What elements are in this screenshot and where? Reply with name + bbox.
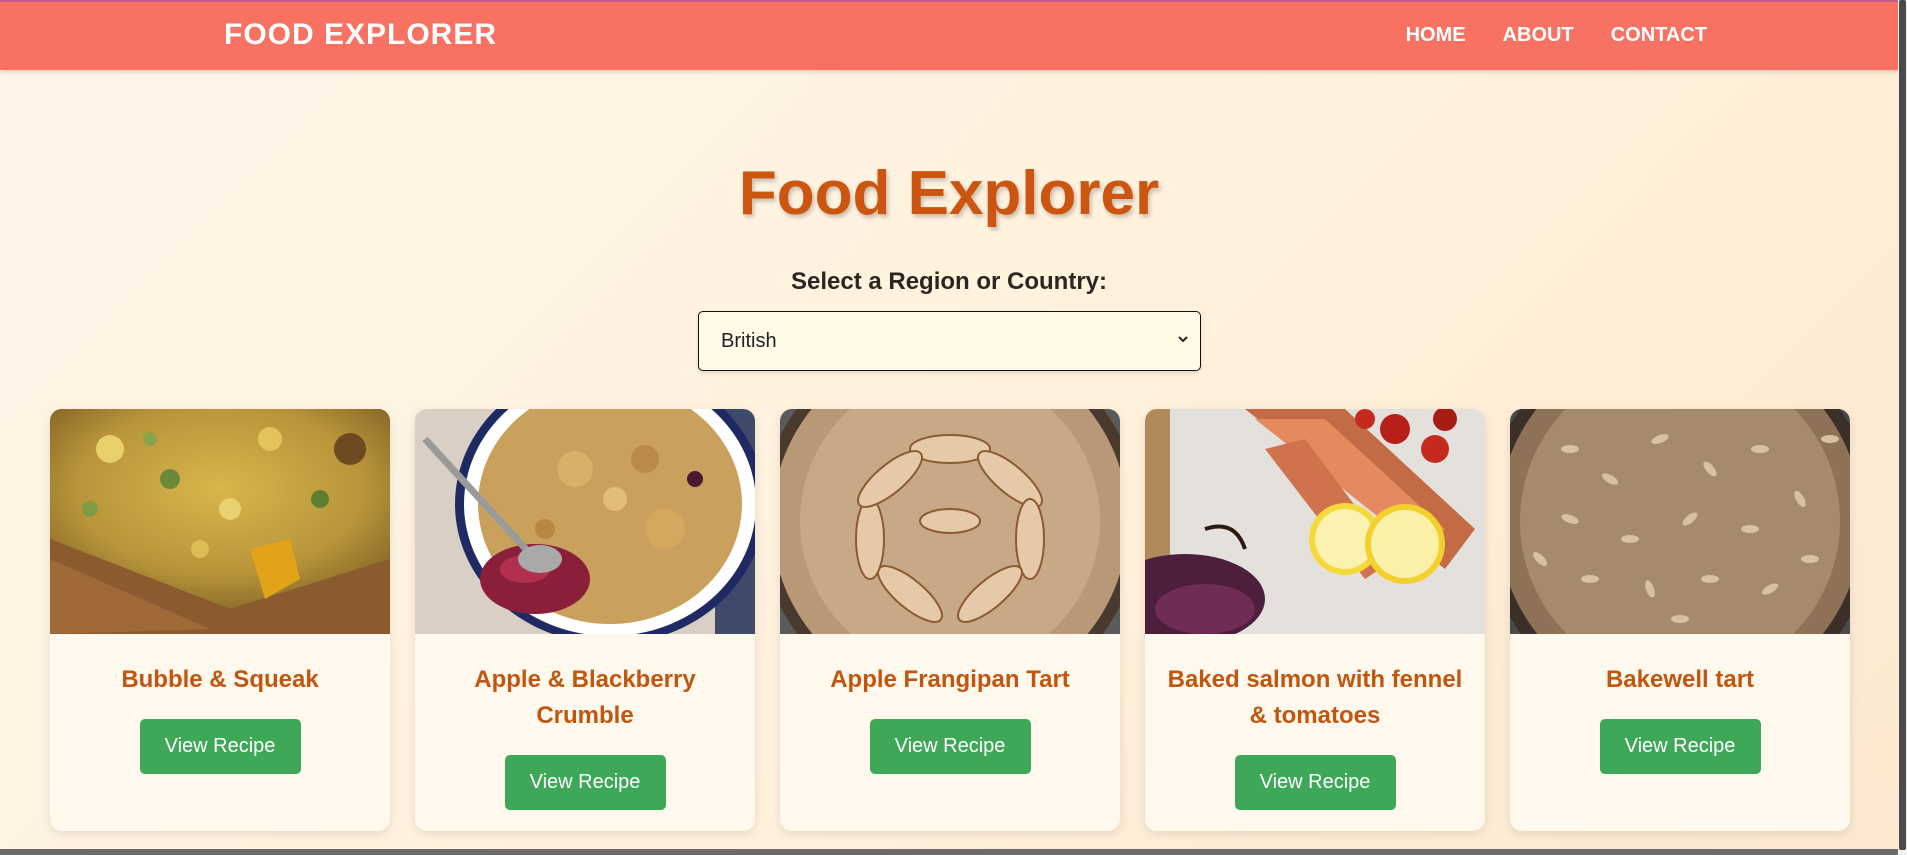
vertical-scrollbar[interactable] [1898,0,1907,855]
recipe-card: Baked salmon with fennel & tomatoes View… [1145,409,1485,831]
horizontal-scrollbar[interactable] [0,849,1898,855]
recipe-title: Apple & Blackberry Crumble [474,666,696,729]
nav-link-about[interactable]: ABOUT [1503,24,1574,47]
view-recipe-button[interactable]: View Recipe [504,755,666,810]
recipe-card: Bakewell tart View Recipe [1510,409,1850,831]
nav-links: HOME ABOUT CONTACT [1406,24,1707,47]
page-title: Food Explorer [738,159,1160,228]
bubble-and-squeak-photo [50,409,390,634]
recipe-card: Apple Frangipan Tart View Recipe [780,409,1120,831]
region-select-value: British [721,330,777,352]
recipe-card: Apple & Blackberry Crumble View Recipe [415,409,755,831]
region-select-label: Select a Region or Country: [790,268,1108,295]
region-select[interactable]: British [698,311,1201,371]
view-recipe-button[interactable]: View Recipe [139,719,301,774]
recipe-title: Apple Frangipan Tart [830,666,1070,693]
view-recipe-button[interactable]: View Recipe [1599,719,1761,774]
crumble-photo [415,409,755,634]
view-recipe-button[interactable]: View Recipe [1234,755,1396,810]
bakewell-tart-photo [1510,409,1850,634]
apple-tart-photo [780,409,1120,634]
nav-link-home[interactable]: HOME [1406,24,1466,47]
brand-logo[interactable]: FOOD EXPLORER [224,18,497,52]
recipe-card: Bubble & Squeak View Recipe [50,409,390,831]
salmon-photo [1145,409,1485,634]
navbar: FOOD EXPLORER HOME ABOUT CONTACT [0,0,1898,70]
view-recipe-button[interactable]: View Recipe [869,719,1031,774]
nav-link-contact[interactable]: CONTACT [1611,24,1707,47]
recipe-grid: Bubble & Squeak View Recipe Apple & Blac… [50,409,1850,831]
recipe-title: Bakewell tart [1605,666,1755,693]
recipe-title: Baked salmon with fennel & tomatoes [1167,666,1463,729]
scrollbar-thumb[interactable] [1899,0,1906,850]
recipe-title: Bubble & Squeak [121,666,319,693]
chevron-down-icon [1178,336,1188,343]
